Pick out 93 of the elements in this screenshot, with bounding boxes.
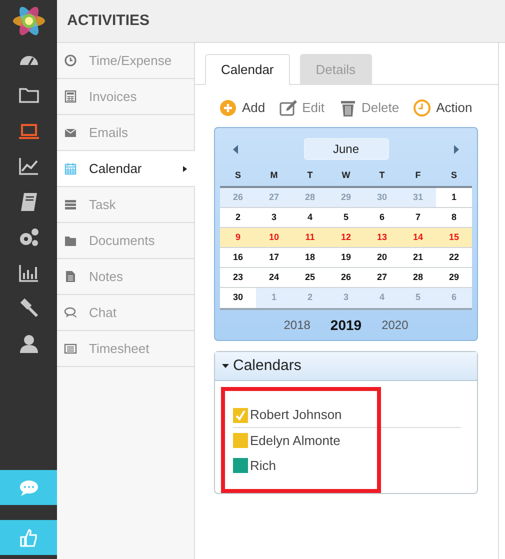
folder-icon — [64, 234, 77, 247]
day-cell[interactable]: 21 — [400, 248, 436, 267]
day-cell[interactable]: 27 — [364, 268, 400, 287]
edit-icon — [279, 99, 298, 117]
weekday-label: S — [234, 169, 242, 182]
calendar-checkbox[interactable] — [233, 408, 248, 422]
next-month-icon[interactable] — [454, 144, 459, 154]
day-cell[interactable]: 23 — [220, 268, 256, 287]
day-cell[interactable]: 1 — [256, 288, 292, 308]
day-cell[interactable]: 26 — [328, 268, 364, 287]
day-cell[interactable]: 13 — [364, 228, 400, 247]
toolbar-button[interactable]: Edit — [279, 98, 325, 118]
calculator-icon — [64, 90, 77, 103]
page-title: ACTIVITIES — [67, 10, 150, 31]
menu-item[interactable]: Calendar — [57, 151, 195, 187]
day-cell[interactable]: 30 — [220, 288, 256, 308]
year-option[interactable]: 2020 — [382, 316, 408, 334]
day-cell[interactable]: 29 — [328, 188, 364, 207]
menu-item[interactable]: Notes — [57, 259, 194, 295]
weekday-label: F — [414, 169, 422, 182]
day-cell[interactable]: 9 — [220, 228, 256, 247]
day-cell[interactable]: 7 — [400, 208, 436, 227]
day-cell[interactable]: 3 — [256, 208, 292, 227]
day-cell[interactable]: 2 — [292, 288, 328, 308]
previous-month-icon[interactable] — [233, 144, 238, 154]
caret-icon — [183, 166, 187, 172]
caret-icon — [222, 364, 229, 368]
day-cell[interactable]: 2 — [220, 208, 256, 227]
weekday-label: T — [306, 169, 314, 182]
day-cell[interactable]: 4 — [364, 288, 400, 308]
month-button[interactable]: June — [304, 138, 388, 160]
day-cell[interactable]: 14 — [400, 228, 436, 247]
weekday-label: T — [378, 169, 386, 182]
year-option[interactable]: 2018 — [284, 316, 310, 334]
day-cell[interactable]: 5 — [400, 288, 436, 308]
calendar-name: Robert Johnson — [250, 406, 342, 424]
day-cell[interactable]: 20 — [364, 248, 400, 267]
day-cell[interactable]: 24 — [256, 268, 292, 287]
menu-item[interactable]: Time/Expense — [57, 43, 194, 79]
menu-item[interactable]: Documents — [57, 223, 194, 259]
day-cell[interactable]: 28 — [292, 188, 328, 207]
day-cell[interactable]: 19 — [328, 248, 364, 267]
day-cell[interactable]: 10 — [256, 228, 292, 247]
day-cell[interactable]: 15 — [436, 228, 472, 247]
logo-icon — [12, 4, 46, 38]
day-cell[interactable]: 4 — [292, 208, 328, 227]
task-list-icon — [64, 198, 77, 211]
menu-item[interactable]: Invoices — [57, 79, 194, 115]
calendar-icon — [64, 162, 77, 175]
trash-icon — [338, 99, 357, 117]
clock-icon — [413, 99, 432, 117]
day-cell[interactable]: 12 — [328, 228, 364, 247]
add-icon — [219, 99, 237, 117]
day-cell[interactable]: 27 — [256, 188, 292, 207]
calendar-checkbox[interactable] — [233, 433, 248, 448]
day-cell[interactable]: 5 — [328, 208, 364, 227]
day-cell[interactable]: 29 — [436, 268, 472, 287]
day-cell[interactable]: 18 — [292, 248, 328, 267]
day-cell[interactable]: 6 — [436, 288, 472, 308]
calendar-name: Edelyn Almonte — [250, 432, 340, 450]
menu-item[interactable]: Task — [57, 187, 194, 223]
day-cell[interactable]: 30 — [364, 188, 400, 207]
day-cell[interactable]: 31 — [400, 188, 436, 207]
day-cell[interactable]: 22 — [436, 248, 472, 267]
day-cell[interactable]: 3 — [328, 288, 364, 308]
day-cell[interactable]: 1 — [436, 188, 472, 207]
calendar-checkbox[interactable] — [233, 458, 248, 473]
day-cell[interactable]: 11 — [292, 228, 328, 247]
year-option[interactable]: 2019 — [330, 314, 362, 336]
day-cell[interactable]: 16 — [220, 248, 256, 267]
toolbar-button[interactable]: Add — [219, 98, 266, 118]
day-cell[interactable]: 25 — [292, 268, 328, 287]
calendar-name: Rich — [250, 456, 276, 475]
day-cell[interactable]: 6 — [364, 208, 400, 227]
day-cell[interactable]: 17 — [256, 248, 292, 267]
weekday-label: S — [450, 169, 458, 182]
clock-icon — [64, 54, 77, 67]
toolbar-button[interactable]: Action — [413, 98, 472, 118]
weekday-label: W — [340, 169, 352, 182]
menu-item[interactable]: Timesheet — [57, 331, 194, 367]
menu-item[interactable]: Chat — [57, 295, 194, 331]
panel-header[interactable]: Calendars — [215, 352, 477, 381]
day-cell[interactable]: 26 — [220, 188, 256, 207]
toolbar-button[interactable]: Delete — [338, 98, 400, 118]
document-icon — [64, 270, 77, 283]
tab[interactable]: Calendar — [205, 54, 290, 85]
timesheet-icon — [64, 342, 77, 355]
thumbs-up-icon[interactable] — [0, 520, 57, 555]
weekday-label: M — [269, 169, 279, 182]
speech-bubbles-icon — [64, 306, 77, 319]
envelope-icon — [64, 126, 77, 139]
day-cell[interactable]: 28 — [400, 268, 436, 287]
day-cell[interactable]: 8 — [436, 208, 472, 227]
